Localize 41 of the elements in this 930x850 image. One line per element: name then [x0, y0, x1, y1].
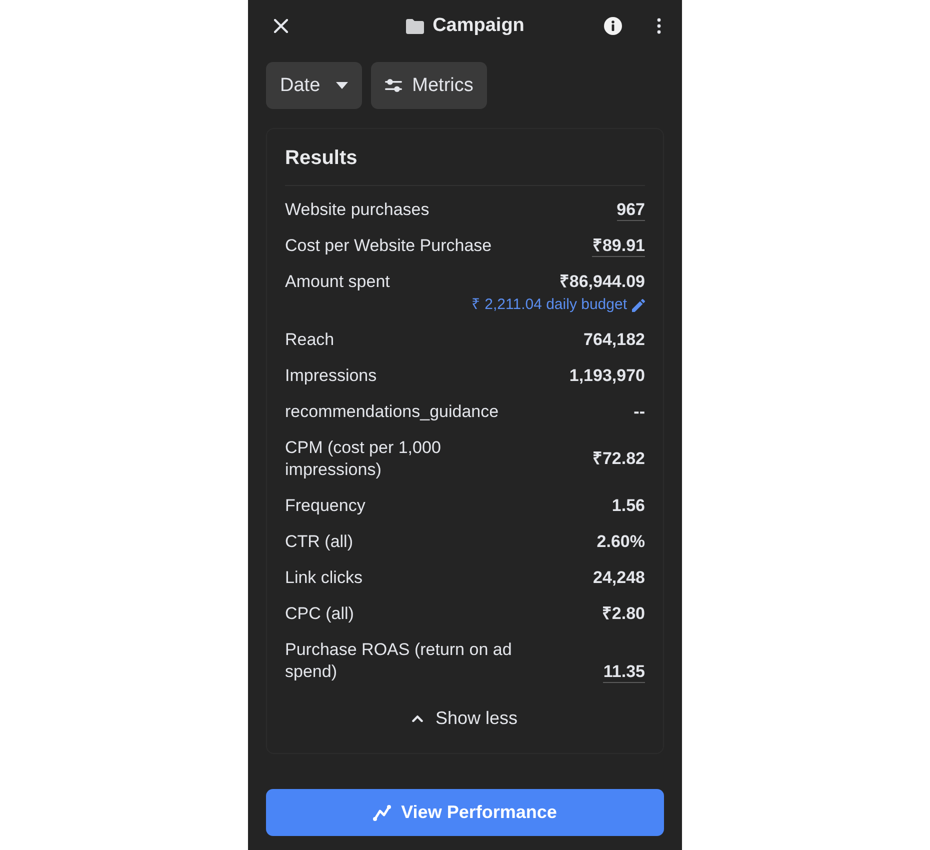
metric-label: CTR (all): [285, 531, 353, 553]
metric-label: Cost per Website Purchase: [285, 235, 492, 257]
window-title: Campaign: [432, 15, 524, 37]
date-dropdown[interactable]: Date: [266, 62, 362, 109]
metric-value: 24,248: [593, 567, 645, 589]
metric-label: recommendations_guidance: [285, 401, 499, 423]
metric-label: Link clicks: [285, 567, 362, 589]
folder-icon: [406, 18, 424, 34]
view-performance-button[interactable]: View Performance: [266, 789, 664, 836]
metric-value: 1,193,970: [569, 365, 645, 387]
results-heading: Results: [285, 146, 358, 170]
sliders-icon: [385, 79, 402, 92]
trend-line-icon: [373, 804, 392, 820]
metrics-button[interactable]: Metrics: [371, 62, 488, 109]
caret-down-icon: [336, 82, 348, 89]
show-less-button[interactable]: Show less: [404, 704, 526, 733]
metric-label: Frequency: [285, 495, 366, 517]
metric-value: ₹86,944.09: [559, 271, 645, 293]
metric-value: --: [634, 401, 645, 423]
metric-label: Purchase ROAS (return on ad spend): [285, 639, 513, 683]
metric-value: 1.56: [612, 495, 645, 517]
chevron-up-icon: [412, 715, 424, 722]
metric-value: 764,182: [584, 329, 645, 351]
metric-label: CPC (all): [285, 603, 354, 625]
metric-value: ₹89.91: [592, 235, 645, 257]
metric-label: CPM (cost per 1,000 impressions): [285, 437, 442, 481]
metric-value: 967: [616, 199, 645, 221]
metric-value: ₹2.80: [602, 603, 645, 625]
metric-label: Reach: [285, 329, 334, 351]
metric-label: Amount spent: [285, 271, 390, 293]
metric-value: 2.60%: [596, 531, 645, 553]
metric-label: Impressions: [285, 365, 377, 387]
pencil-icon: [632, 298, 645, 312]
metric-value: ₹72.82: [592, 448, 645, 470]
metric-label: Website purchases: [285, 199, 430, 221]
metric-value: 11.35: [603, 661, 645, 683]
close-icon: [274, 19, 288, 33]
more-icon: [657, 18, 661, 34]
daily-budget-link[interactable]: ₹ 2,211.04 daily budget: [471, 296, 645, 314]
info-icon: [604, 17, 622, 35]
info-button[interactable]: [602, 15, 624, 37]
